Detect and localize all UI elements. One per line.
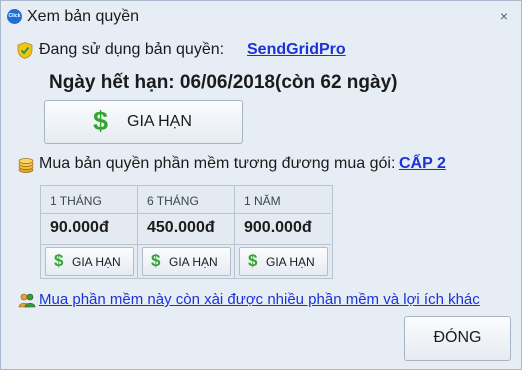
close-icon[interactable]: × [497,9,511,23]
dollar-icon: $ [248,251,258,270]
dollar-icon: $ [93,106,109,136]
window-title: Xem bản quyền [27,8,140,25]
close-button[interactable]: ĐÓNG [404,316,511,361]
plan-1-year: 1 NĂM 900.000đ $ GIA HẠN [235,186,331,278]
license-label: Đang sử dụng bản quyền: [39,41,225,58]
users-icon [18,293,36,308]
plans-table: 1 THÁNG 90.000đ $ GIA HẠN 6 THÁNG 450.00… [40,185,333,279]
plan-duration: 1 THÁNG [50,194,102,208]
app-icon: Click [7,9,22,24]
plan-renew-button[interactable]: $ GIA HẠN [142,247,231,276]
divider [235,213,331,214]
plan-renew-label: GIA HẠN [266,255,315,269]
divider [235,244,331,245]
plan-6-months: 6 THÁNG 450.000đ $ GIA HẠN [138,186,235,278]
close-button-label: ĐÓNG [433,329,482,346]
plan-price: 900.000đ [244,219,312,236]
license-dialog: Click Xem bản quyền × Đang sử dụng bản q… [0,0,522,370]
plan-renew-button[interactable]: $ GIA HẠN [239,247,328,276]
license-name-link[interactable]: SendGridPro [247,41,346,59]
plan-renew-label: GIA HẠN [72,255,121,269]
divider [138,213,234,214]
package-link[interactable]: CẤP 2 [399,155,446,173]
dollar-icon: $ [151,251,161,270]
divider [138,244,234,245]
plan-renew-label: GIA HẠN [169,255,218,269]
plan-price: 450.000đ [147,219,215,236]
more-benefits-link[interactable]: Mua phần mềm này còn xài được nhiều phần… [39,291,480,308]
divider [41,244,137,245]
dollar-icon: $ [54,251,64,270]
plan-price: 90.000đ [50,219,109,236]
plan-duration: 6 THÁNG [147,194,199,208]
coins-icon [18,158,34,173]
purchase-label: Mua bản quyền phần mềm tương đương mua g… [39,155,396,172]
expiry-text: Ngày hết hạn: 06/06/2018(còn 62 ngày) [49,72,398,93]
renew-button-label: GIA HẠN [127,113,192,130]
plan-duration: 1 NĂM [244,194,281,208]
shield-check-icon [17,42,33,59]
title-bar: Click Xem bản quyền × [1,1,521,31]
plan-renew-button[interactable]: $ GIA HẠN [45,247,134,276]
divider [41,213,137,214]
plan-1-month: 1 THÁNG 90.000đ $ GIA HẠN [41,186,138,278]
renew-button[interactable]: $ GIA HẠN [44,100,243,144]
